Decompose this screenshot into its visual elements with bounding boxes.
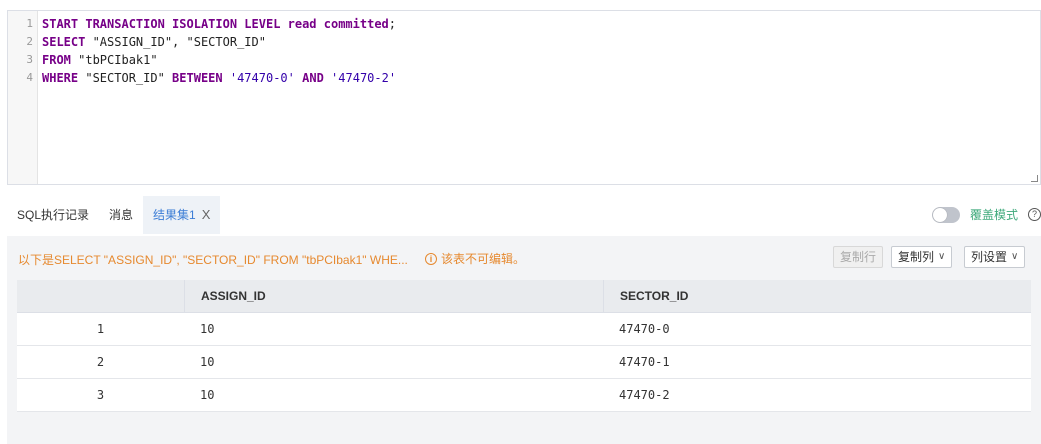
overwrite-mode-label: 覆盖模式 — [969, 208, 1018, 222]
copy-column-button[interactable]: 复制列 ∨ — [891, 246, 953, 268]
column-header-sector-id[interactable]: SECTOR_ID — [603, 280, 1031, 312]
line-number: 2 — [26, 35, 33, 48]
column-header-index[interactable] — [17, 280, 184, 312]
row-index: 3 — [96, 388, 105, 402]
code-token: "SECTOR_ID" — [78, 71, 173, 85]
line-number: 1 — [26, 17, 33, 30]
table-row[interactable]: 3 10 47470-2 — [17, 379, 1031, 412]
code-line[interactable]: START TRANSACTION ISOLATION LEVEL read c… — [42, 15, 396, 33]
line-number: 4 — [26, 71, 33, 84]
not-editable-warning: i 该表不可编辑。 — [425, 250, 525, 267]
copy-row-button[interactable]: 复制行 — [833, 246, 884, 268]
code-token: "ASSIGN_ID", "SECTOR_ID" — [85, 35, 266, 49]
button-label: 列设置 — [971, 250, 1008, 264]
table-row[interactable]: 2 10 47470-1 — [17, 346, 1031, 379]
code-line[interactable]: SELECT "ASSIGN_ID", "SECTOR_ID" — [42, 33, 396, 51]
warning-text: 该表不可编辑。 — [441, 252, 526, 266]
code-token: START TRANSACTION ISOLATION LEVEL read c… — [42, 17, 389, 31]
tab-label: 结果集1 — [153, 208, 196, 222]
cell-assign-id[interactable]: 10 — [184, 313, 603, 345]
cell-sector-id[interactable]: 47470-1 — [603, 346, 1031, 378]
column-header-assign-id[interactable]: ASSIGN_ID — [184, 280, 603, 312]
tab-messages[interactable]: 消息 — [99, 196, 143, 234]
code-token: ; — [388, 17, 397, 31]
overwrite-mode: 覆盖模式 ? — [931, 206, 1041, 223]
tab-result-set-1[interactable]: 结果集1 X — [143, 196, 221, 234]
row-index: 1 — [96, 322, 105, 336]
chevron-down-icon: ∨ — [938, 251, 946, 262]
chevron-down-icon: ∨ — [1011, 251, 1019, 262]
sql-editor[interactable]: 1 2 3 4 START TRANSACTION ISOLATION LEVE… — [7, 10, 1041, 185]
row-index: 2 — [96, 355, 105, 369]
code-token: "tbPCIbak1" — [70, 53, 158, 67]
code-token: '47470-2' — [331, 71, 397, 85]
resize-handle-icon[interactable] — [1031, 175, 1038, 182]
overwrite-mode-toggle[interactable] — [931, 206, 960, 223]
help-icon[interactable]: ? — [1028, 208, 1041, 221]
sql-code[interactable]: START TRANSACTION ISOLATION LEVEL read c… — [42, 15, 396, 87]
cell-assign-id[interactable]: 10 — [184, 379, 603, 411]
cell-assign-id[interactable]: 10 — [184, 346, 603, 378]
column-settings-button[interactable]: 列设置 ∨ — [964, 246, 1026, 268]
result-table: ASSIGN_ID SECTOR_ID 1 10 47470-0 2 10 47… — [17, 280, 1031, 412]
code-token: WHERE — [42, 71, 79, 85]
line-number: 3 — [26, 53, 33, 66]
code-token: BETWEEN — [172, 71, 223, 85]
close-icon[interactable]: X — [202, 196, 211, 234]
cell-sector-id[interactable]: 47470-0 — [603, 313, 1031, 345]
line-number-gutter: 1 2 3 4 — [8, 11, 38, 184]
button-label: 复制行 — [840, 250, 877, 264]
info-circle-icon: i — [425, 252, 437, 265]
code-token: AND — [302, 71, 324, 85]
query-info-text: 以下是SELECT "ASSIGN_ID", "SECTOR_ID" FROM … — [18, 253, 408, 267]
toggle-knob — [932, 207, 947, 222]
table-header: ASSIGN_ID SECTOR_ID — [17, 280, 1031, 313]
result-tabs: SQL执行记录 消息 结果集1 X — [7, 196, 221, 234]
code-token: SELECT — [42, 35, 86, 49]
tab-label: 消息 — [109, 208, 134, 222]
code-token: FROM — [42, 53, 71, 67]
code-line[interactable]: FROM "tbPCIbak1" — [42, 51, 396, 69]
result-panel: 以下是SELECT "ASSIGN_ID", "SECTOR_ID" FROM … — [7, 236, 1041, 444]
code-token: '47470-0' — [229, 71, 295, 85]
tab-sql-history[interactable]: SQL执行记录 — [7, 196, 99, 234]
cell-sector-id[interactable]: 47470-2 — [603, 379, 1031, 411]
table-row[interactable]: 1 10 47470-0 — [17, 313, 1031, 346]
code-line[interactable]: WHERE "SECTOR_ID" BETWEEN '47470-0' AND … — [42, 69, 396, 87]
button-label: 复制列 — [898, 250, 935, 264]
tab-label: SQL执行记录 — [17, 208, 90, 222]
